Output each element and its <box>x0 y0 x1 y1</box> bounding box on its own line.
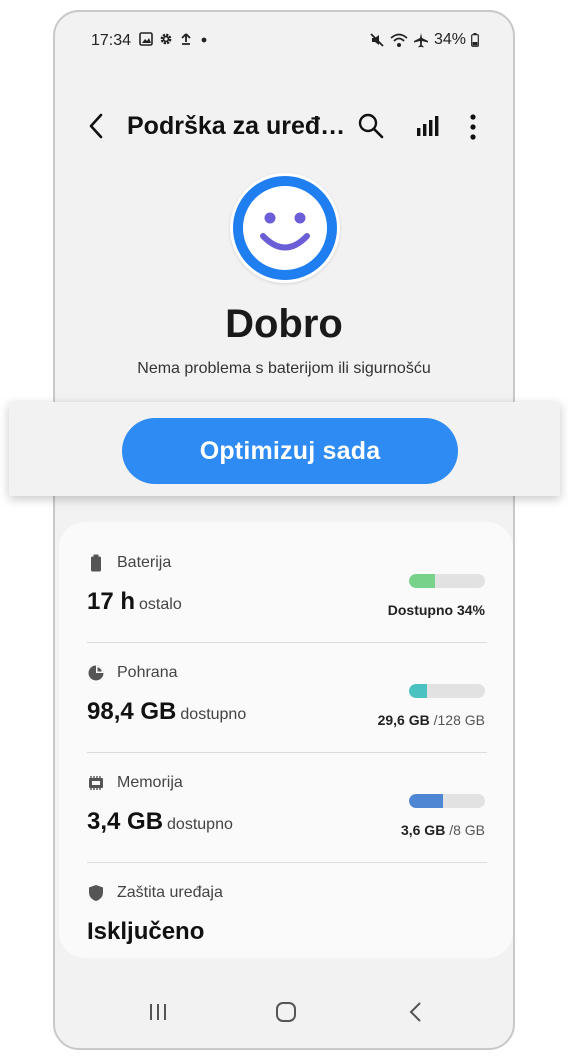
search-icon[interactable] <box>355 110 387 142</box>
storage-free: 98,4 GB <box>87 698 177 725</box>
battery-available: Dostupno 34% <box>388 602 485 618</box>
wifi-icon <box>390 32 408 48</box>
battery-icon <box>471 33 479 47</box>
battery-value: 17 h ostalo <box>87 588 182 616</box>
signal-bars-icon[interactable] <box>413 111 441 141</box>
memory-progress-fill <box>409 794 444 808</box>
recent-apps-icon[interactable] <box>147 1000 169 1029</box>
storage-usage: 29,6 GB /128 GB <box>378 712 485 728</box>
battery-progress-fill <box>409 574 435 588</box>
navigation-bar <box>55 992 513 1032</box>
battery-available-text: Dostupno 34% <box>387 602 485 618</box>
memory-progress-bar <box>409 794 485 808</box>
mute-icon <box>369 32 385 48</box>
device-care-card: Baterija 17 h ostalo Dostupno 34% Pohrana… <box>59 522 513 958</box>
status-time: 17:34 <box>91 32 132 49</box>
battery-unit: ostalo <box>139 596 182 613</box>
page-title: Podrška za uređ… <box>127 112 346 140</box>
storage-row[interactable]: Pohrana 98,4 GB dostupno 29,6 GB /128 GB <box>87 642 487 752</box>
memory-usage: 3,6 GB /8 GB <box>401 822 485 838</box>
storage-unit: dostupno <box>180 706 247 723</box>
battery-row[interactable]: Baterija 17 h ostalo Dostupno 34% <box>87 532 487 642</box>
airplane-icon <box>413 32 429 48</box>
storage-total: /128 GB <box>433 712 485 728</box>
memory-free: 3,4 GB <box>87 808 164 835</box>
device-protection-row[interactable]: Zaštita uređaja Isključeno <box>87 862 487 972</box>
battery-progress-bar <box>409 574 485 588</box>
device-protection-value: Isključeno <box>87 918 205 945</box>
battery-text: 34% <box>433 31 466 48</box>
dot-icon <box>199 32 209 46</box>
status-left-icons <box>139 32 209 46</box>
status-bar: 17:34 34% <box>55 12 513 68</box>
home-icon[interactable] <box>275 1000 297 1029</box>
pie-chart-icon <box>87 664 105 682</box>
status-right-icons: 34% <box>369 31 479 49</box>
battery-hours: 17 h <box>87 588 136 615</box>
optimize-highlight: Optimizuj sada <box>9 402 560 496</box>
optimize-now-button[interactable]: Optimizuj sada <box>122 418 458 484</box>
phone-frame: 17:34 34% Podrška za uređ… Dobro Nema pr… <box>53 10 515 1050</box>
storage-used: 29,6 GB <box>377 712 430 728</box>
smiley-face-icon <box>230 173 340 283</box>
upload-icon <box>179 32 193 46</box>
back-icon[interactable] <box>83 108 111 144</box>
memory-unit: dostupno <box>167 816 233 833</box>
back-nav-icon[interactable] <box>405 1000 427 1029</box>
storage-label: Pohrana <box>117 664 178 681</box>
battery-label: Baterija <box>117 554 172 571</box>
gear-icon <box>159 32 173 46</box>
app-bar: Podrška za uređ… <box>55 98 513 154</box>
image-icon <box>139 32 153 46</box>
storage-value: 98,4 GB dostupno <box>87 698 246 726</box>
more-vert-icon[interactable] <box>461 110 485 144</box>
memory-total: /8 GB <box>449 822 485 838</box>
memory-used: 3,6 GB <box>400 822 446 838</box>
device-protection-label: Zaštita uređaja <box>117 884 223 901</box>
memory-value: 3,4 GB dostupno <box>87 808 233 836</box>
memory-chip-icon <box>87 774 105 792</box>
memory-label: Memorija <box>117 774 183 791</box>
status-subtitle: Nema problema s baterijom ili sigurnošću <box>137 360 431 377</box>
battery-icon <box>87 554 105 572</box>
status-heading: Dobro <box>225 302 343 346</box>
storage-progress-fill <box>409 684 427 698</box>
storage-progress-bar <box>409 684 485 698</box>
memory-row[interactable]: Memorija 3,4 GB dostupno 3,6 GB /8 GB <box>87 752 487 862</box>
shield-icon <box>87 884 105 902</box>
